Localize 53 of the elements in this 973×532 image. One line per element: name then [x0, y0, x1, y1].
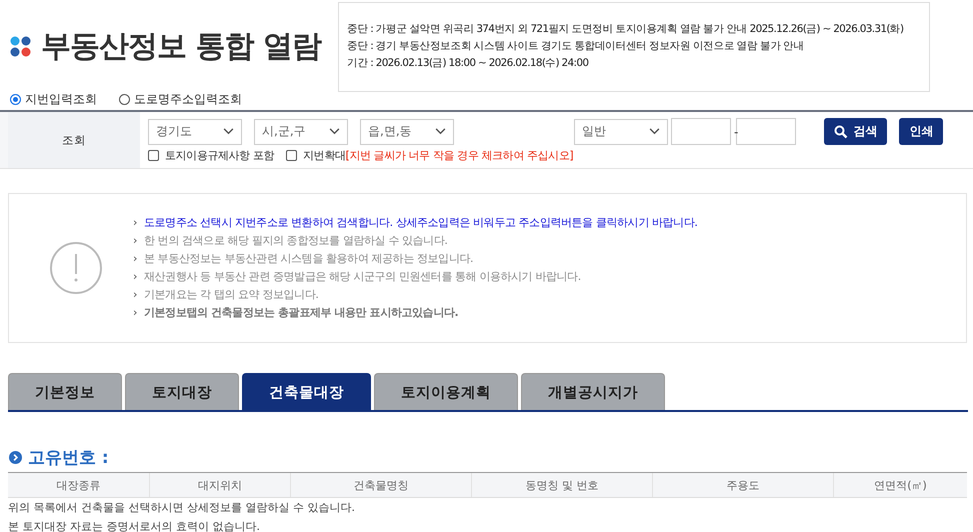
radio-option[interactable]: 도로명주소입력조회: [119, 91, 242, 108]
bullet-text: ›: [133, 287, 137, 303]
separator-text: -: [734, 124, 738, 138]
footnote-text: 위의 목록에서 건축물을 선택하시면 상세정보를 열람하실 수 있습니다.: [8, 500, 356, 516]
bullet-text: ›: [133, 215, 137, 231]
dropdown[interactable]: 일반: [574, 118, 668, 144]
tab[interactable]: 토지이용계획: [374, 373, 518, 410]
input-field[interactable]: [736, 118, 796, 145]
bullet-text: ›: [133, 305, 137, 321]
info-text: 재산권행사 등 부동산 관련 증명발급은 해당 시군구의 민원센터를 통해 이용하시기 바랍니다.: [144, 269, 581, 285]
tab[interactable]: 기본정보: [8, 373, 122, 410]
chevron-icon: [9, 451, 22, 464]
dropdown[interactable]: 읍,면,동: [360, 118, 454, 144]
chevron-down-icon: [329, 128, 340, 135]
search-label: 조회: [62, 132, 86, 148]
search-button[interactable]: 검색: [824, 118, 888, 145]
chevron-down-icon: [435, 128, 446, 135]
column-header: 주용도: [652, 473, 833, 497]
print-button[interactable]: 인쇄: [899, 118, 944, 145]
info-text: 도로명주소 선택시 지번주소로 변환하여 검색합니다. 상세주소입력은 비워두고 주소입력버튼을 클릭하시기 바랍니다.: [144, 215, 698, 231]
column-header: 동명칭 및 번호: [471, 473, 652, 497]
logo-icon: [10, 36, 32, 58]
column-header: 건축물명칭: [290, 473, 471, 497]
column-header: 대지위치: [149, 473, 290, 497]
info-text: 한 번의 검색으로 해당 필지의 종합정보를 열람하실 수 있습니다.: [144, 233, 448, 249]
tab[interactable]: 건축물대장: [242, 373, 371, 410]
chevron-down-icon: [649, 128, 660, 135]
info-text: 기본정보탭의 건축물정보는 총괄표제부 내용만 표시하고있습니다.: [144, 305, 458, 321]
info-text: 본 부동산정보는 부동산관련 시스템을 활용하여 제공하는 정보입니다.: [144, 251, 474, 267]
tab[interactable]: 개별공시지가: [521, 373, 665, 410]
bullet-text: ›: [133, 269, 137, 285]
search-icon: [834, 124, 848, 138]
footnote-text: 본 토지대장 자료는 증명서로서의 효력이 없습니다.: [8, 519, 261, 532]
tab[interactable]: 토지대장: [125, 373, 239, 410]
column-header: 연면적(㎡): [833, 473, 967, 497]
input-field[interactable]: [671, 118, 731, 145]
checkbox-option[interactable]: 지번확대: [286, 148, 346, 163]
chevron-down-icon: [223, 128, 234, 135]
checkbox-option[interactable]: 토지이용규제사항 포함: [148, 148, 274, 163]
radio-option[interactable]: 지번입력조회: [10, 91, 97, 108]
notice-text: 중단 : 경기 부동산정보조회 시스템 사이트 경기도 통합데이터센터 정보자원 이전으로 열람 불가 안내: [347, 39, 804, 54]
column-header: 대장종류: [56, 478, 102, 494]
section-title: 고유번호 :: [28, 447, 109, 469]
hint-text: [지번 글씨가 너무 작을 경우 체크하여 주십시오]: [346, 148, 574, 163]
info-text: 기본개요는 각 탭의 요약 정보입니다.: [144, 287, 318, 303]
page-title: 부동산정보 통합 열람: [41, 28, 321, 66]
bullet-text: ›: [133, 251, 137, 267]
dropdown[interactable]: 시,군,구: [254, 118, 348, 144]
bullet-text: ›: [133, 233, 137, 249]
dropdown[interactable]: 경기도: [148, 118, 242, 144]
notice-text: 중단 : 가평군 설악면 위곡리 374번지 외 721필지 도면정비 토지이용계획 열람 불가 안내 2025.12.26(금) ~ 2026.03.31(화): [347, 22, 904, 37]
notice-text: 기간 : 2026.02.13(금) 18:00 ~ 2026.02.18(수) 24:00: [347, 56, 588, 71]
warning-icon: [49, 241, 103, 295]
